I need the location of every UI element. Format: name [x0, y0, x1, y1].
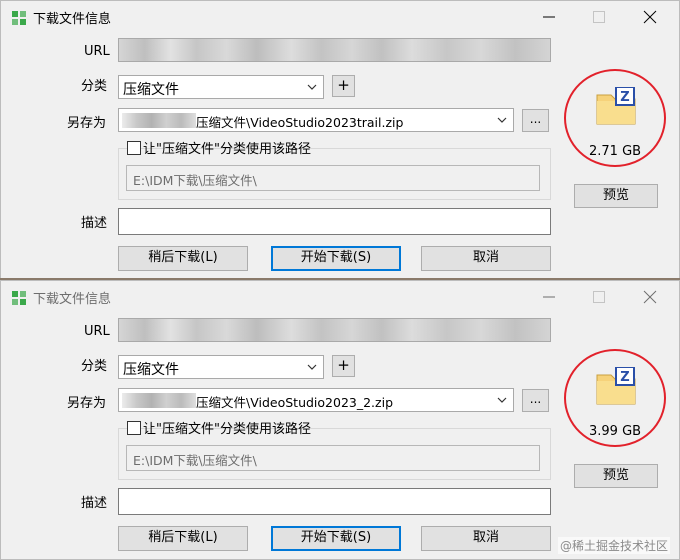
- close-button[interactable]: [632, 285, 668, 309]
- maximize-button[interactable]: [581, 5, 617, 29]
- chevron-down-icon: [497, 397, 507, 403]
- save-as-label: 另存为: [67, 396, 107, 411]
- download-file-info-dialog: 下载文件信息 URL 分类 压缩文件 + 另存为 压缩文件\VideoStudi…: [0, 0, 680, 280]
- description-label: 描述: [81, 216, 108, 231]
- preview-button[interactable]: 预览: [574, 464, 658, 488]
- default-path-text: E:\IDM下载\压缩文件\: [133, 173, 257, 188]
- category-value: 压缩文件: [123, 82, 179, 98]
- watermark: @稀土掘金技术社区: [557, 537, 670, 554]
- chevron-down-icon: [497, 117, 507, 123]
- highlight-circle: [564, 69, 666, 167]
- save-path-combo[interactable]: 压缩文件\VideoStudio2023_2.zip: [118, 388, 514, 412]
- category-select[interactable]: 压缩文件: [118, 355, 324, 379]
- minimize-icon: [543, 296, 555, 298]
- default-path-text: E:\IDM下载\压缩文件\: [133, 453, 257, 468]
- category-label: 分类: [81, 359, 108, 374]
- download-later-button[interactable]: 稍后下载(L): [118, 246, 248, 271]
- title-bar[interactable]: 下载文件信息: [1, 1, 679, 33]
- window-title: 下载文件信息: [33, 292, 112, 307]
- chevron-down-icon: [307, 364, 317, 370]
- start-download-button[interactable]: 开始下载(S): [271, 526, 401, 551]
- maximize-button[interactable]: [581, 285, 617, 309]
- close-icon: [643, 290, 657, 304]
- download-file-info-dialog: 下载文件信息 URL 分类 压缩文件 + 另存为 压缩文件\VideoStudi…: [0, 280, 680, 560]
- category-value: 压缩文件: [123, 362, 179, 378]
- minimize-button[interactable]: [531, 285, 567, 309]
- description-input[interactable]: [118, 208, 551, 235]
- close-button[interactable]: [632, 5, 668, 29]
- browse-button[interactable]: ...: [522, 389, 549, 412]
- highlight-circle: [564, 349, 666, 447]
- description-input[interactable]: [118, 488, 551, 515]
- preview-button[interactable]: 预览: [574, 184, 658, 208]
- title-bar[interactable]: 下载文件信息: [1, 281, 679, 313]
- path-redaction: [122, 113, 196, 128]
- use-path-checkbox-label: 让"压缩文件"分类使用该路径: [143, 142, 311, 157]
- path-redaction: [122, 393, 196, 408]
- save-path-text: 压缩文件\VideoStudio2023trail.zip: [196, 115, 404, 130]
- add-category-button[interactable]: +: [332, 355, 355, 377]
- save-path-text: 压缩文件\VideoStudio2023_2.zip: [196, 395, 394, 410]
- url-label: URL: [84, 44, 110, 59]
- minimize-button[interactable]: [531, 5, 567, 29]
- use-path-checkbox[interactable]: [127, 141, 141, 155]
- maximize-icon: [593, 291, 605, 303]
- url-label: URL: [84, 324, 110, 339]
- save-path-combo[interactable]: 压缩文件\VideoStudio2023trail.zip: [118, 108, 514, 132]
- url-field[interactable]: [118, 38, 551, 62]
- cancel-button[interactable]: 取消: [421, 246, 551, 271]
- url-field[interactable]: [118, 318, 551, 342]
- default-path-field: E:\IDM下载\压缩文件\: [126, 445, 540, 471]
- default-path-field: E:\IDM下载\压缩文件\: [126, 165, 540, 191]
- start-download-button[interactable]: 开始下载(S): [271, 246, 401, 271]
- idm-app-icon: [12, 11, 26, 25]
- download-later-button[interactable]: 稍后下载(L): [118, 526, 248, 551]
- browse-button[interactable]: ...: [522, 109, 549, 132]
- cancel-button[interactable]: 取消: [421, 526, 551, 551]
- use-path-checkbox[interactable]: [127, 421, 141, 435]
- category-label: 分类: [81, 79, 108, 94]
- chevron-down-icon: [307, 84, 317, 90]
- add-category-button[interactable]: +: [332, 75, 355, 97]
- use-path-checkbox-label: 让"压缩文件"分类使用该路径: [143, 422, 311, 437]
- description-label: 描述: [81, 496, 108, 511]
- minimize-icon: [543, 16, 555, 18]
- window-title: 下载文件信息: [33, 12, 112, 27]
- save-as-label: 另存为: [67, 116, 107, 131]
- category-select[interactable]: 压缩文件: [118, 75, 324, 99]
- maximize-icon: [593, 11, 605, 23]
- close-icon: [643, 10, 657, 24]
- idm-app-icon: [12, 291, 26, 305]
